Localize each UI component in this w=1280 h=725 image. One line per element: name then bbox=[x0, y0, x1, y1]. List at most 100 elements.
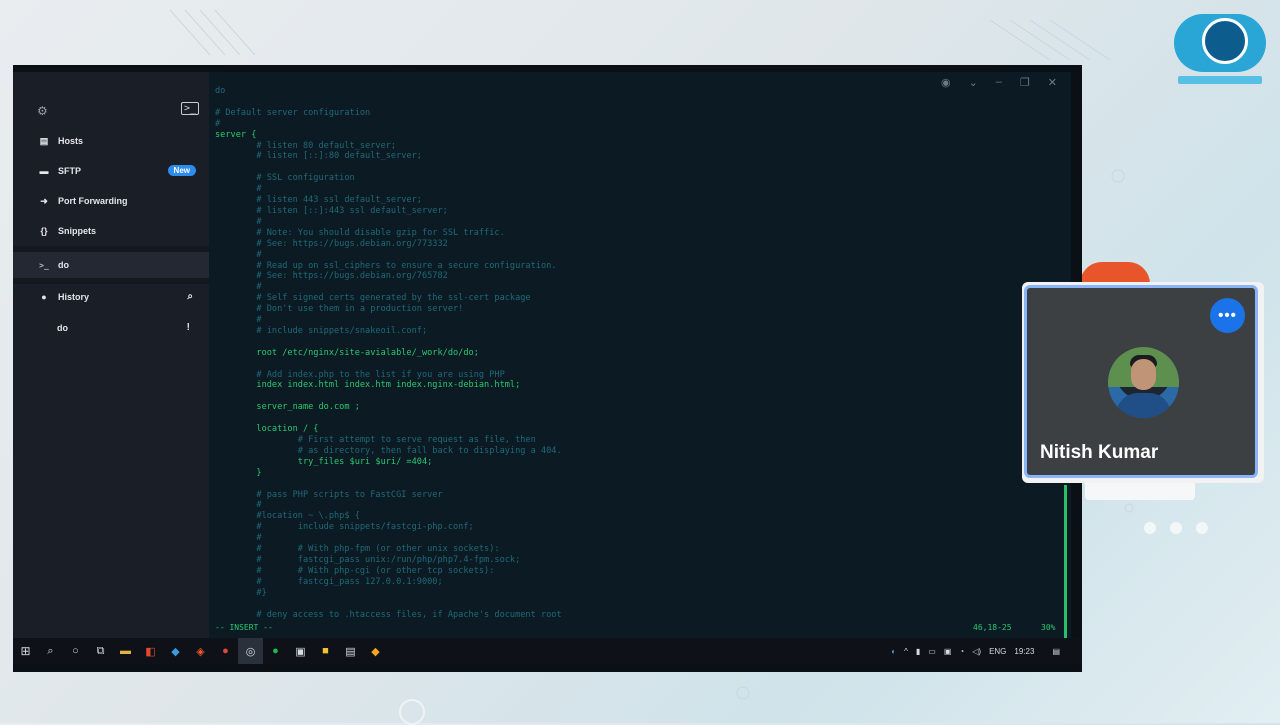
clock[interactable]: 19:23 bbox=[1014, 647, 1034, 656]
terminal-line: # bbox=[215, 249, 262, 260]
terminal-line: # First attempt to serve request as file… bbox=[215, 435, 536, 445]
vscode-icon[interactable]: ◆ bbox=[163, 638, 188, 664]
history-entry-label: do bbox=[57, 323, 68, 333]
history-label: History bbox=[58, 292, 90, 302]
terminal-line: # Note: You should disable gzip for SSL … bbox=[215, 227, 505, 238]
background-circle bbox=[399, 699, 425, 725]
terminal-pane[interactable]: ◉ ⌄ – ❐ ✕ do # Default server configurat… bbox=[209, 72, 1071, 638]
new-terminal-icon[interactable]: >_ bbox=[181, 102, 200, 115]
search-icon[interactable]: ⌕ bbox=[187, 291, 193, 302]
sidebar-item-label: Hosts bbox=[58, 136, 84, 146]
background-dots bbox=[1144, 522, 1208, 534]
terminal-line: # bbox=[215, 500, 262, 511]
window-controls: ◉ ⌄ – ❐ ✕ bbox=[941, 76, 1057, 89]
terminal-line: # Don't use them in a production server! bbox=[215, 304, 464, 315]
terminal-line: # Self signed certs generated by the ssl… bbox=[215, 293, 531, 304]
windows-taskbar: ⊞ ⌕ ○ ⧉ ▬ ◧ ◆ ◈ ● ◎ ● ▣ ■ ▤ ◆ ◐ ^ ▮ ▭ ▣ … bbox=[13, 638, 1082, 664]
terminal-line: # See: https://bugs.debian.org/773332 bbox=[215, 238, 448, 249]
termius-sidebar: ⚙ >_ ▤ Hosts ▬ SFTP New ➜ Port Forwardin… bbox=[13, 72, 209, 638]
wifi-icon[interactable]: ◔ bbox=[959, 647, 964, 656]
microphone-icon[interactable]: ▮ bbox=[916, 647, 920, 656]
terminal-line: location / { bbox=[215, 424, 319, 435]
participant-tile[interactable]: ••• Nitish Kumar bbox=[1024, 285, 1258, 478]
search-icon[interactable]: ⌕ bbox=[38, 638, 63, 664]
chrome-icon[interactable]: ● bbox=[213, 638, 238, 664]
sidebar-item-session-do[interactable]: >_ do bbox=[13, 252, 209, 278]
minimize-icon[interactable]: – bbox=[996, 76, 1002, 89]
app-icon[interactable]: ▣ bbox=[288, 638, 313, 664]
terminal-line: index index.html index.htm index.nginx-d… bbox=[215, 380, 521, 391]
file-explorer-icon[interactable]: ▬ bbox=[113, 638, 138, 664]
sidebar-item-sftp[interactable]: ▬ SFTP New bbox=[13, 158, 209, 184]
terminal-line: # listen 443 ssl default_server; bbox=[215, 195, 422, 206]
cursor-position: 46,18-25 bbox=[973, 623, 1012, 632]
scroll-indicator bbox=[1064, 485, 1067, 640]
terminal-line: server_name do.com ; bbox=[215, 402, 360, 413]
spotify-icon[interactable]: ● bbox=[263, 638, 288, 664]
system-tray: ◐ ^ ▮ ▭ ▣ ◔ ◁) ENG 19:23 ▤ bbox=[891, 638, 1060, 664]
language-indicator[interactable]: ENG bbox=[989, 647, 1006, 656]
display-icon[interactable]: ▭ bbox=[928, 647, 936, 656]
port-forward-icon: ➜ bbox=[40, 195, 48, 206]
volume-icon[interactable]: ◁) bbox=[972, 647, 981, 656]
screen-icon[interactable]: ▣ bbox=[944, 647, 952, 656]
sidebar-item-snippets[interactable]: {} Snippets bbox=[13, 218, 209, 244]
terminal-line: } bbox=[215, 467, 262, 478]
chevron-up-icon[interactable]: ^ bbox=[904, 647, 908, 656]
terminal-output: do # Default server configuration # server… bbox=[215, 86, 562, 620]
close-icon[interactable]: ✕ bbox=[1048, 76, 1057, 89]
task-view-icon[interactable]: ⧉ bbox=[88, 638, 113, 664]
cortana-icon[interactable]: ○ bbox=[63, 638, 88, 664]
sidebar-item-hosts[interactable]: ▤ Hosts bbox=[13, 128, 209, 154]
terminal-line: # as directory, then fall back to displa… bbox=[215, 445, 562, 456]
history-header[interactable]: ● History ⌕ bbox=[13, 284, 209, 310]
folder-icon: ▬ bbox=[39, 166, 49, 176]
terminal-line: # bbox=[215, 282, 262, 293]
terminal-line: # bbox=[215, 216, 262, 227]
maximize-icon[interactable]: ❐ bbox=[1020, 76, 1030, 89]
terminal-line: # bbox=[215, 533, 262, 544]
notification-icon[interactable]: ▤ bbox=[1052, 647, 1060, 656]
terminal-line: # Default server configuration bbox=[215, 107, 371, 118]
scroll-percent: 30% bbox=[1041, 623, 1056, 632]
terminal-line: #} bbox=[215, 587, 267, 598]
sidebar-item-label: Port Forwarding bbox=[58, 196, 128, 206]
clock-icon: ● bbox=[41, 292, 47, 302]
terminal-line: try_files $uri $uri/ =404; bbox=[215, 456, 433, 467]
terminal-line: #location ~ \.php$ { bbox=[215, 511, 360, 522]
termius-icon[interactable]: ◎ bbox=[238, 638, 263, 664]
sidebar-item-port-forwarding[interactable]: ➜ Port Forwarding bbox=[13, 188, 209, 214]
help-icon[interactable]: ◐ bbox=[891, 647, 896, 656]
office-icon[interactable]: ◧ bbox=[138, 638, 163, 664]
background-card bbox=[1085, 480, 1195, 500]
avatar bbox=[1108, 347, 1179, 418]
terminal-line: # See: https://bugs.debian.org/765782 bbox=[215, 271, 448, 282]
sidebar-item-label: SFTP bbox=[58, 166, 82, 176]
terminal-prompt-icon: >_ bbox=[39, 260, 49, 270]
sidebar-item-label: Snippets bbox=[58, 226, 97, 236]
brave-icon[interactable]: ◈ bbox=[188, 638, 213, 664]
history-entry[interactable]: do ! bbox=[13, 317, 209, 339]
snippets-icon: {} bbox=[40, 226, 48, 236]
notepad-icon[interactable]: ▤ bbox=[338, 638, 363, 664]
terminal-line: # deny access to .htaccess files, if Apa… bbox=[215, 609, 562, 620]
hosts-icon: ▤ bbox=[39, 135, 49, 146]
git-icon[interactable]: ◆ bbox=[363, 638, 388, 664]
terminal-line: # include snippets/snakeoil.conf; bbox=[215, 325, 428, 336]
windows-start-icon[interactable]: ⊞ bbox=[13, 638, 38, 664]
terminal-line: # listen [::]:443 ssl default_server; bbox=[215, 205, 448, 216]
terminal-line: # Read up on ssl_ciphers to ensure a sec… bbox=[215, 260, 557, 271]
sticky-notes-icon[interactable]: ■ bbox=[313, 638, 338, 664]
more-options-button[interactable]: ••• bbox=[1210, 298, 1245, 333]
terminal-line: # include snippets/fastcgi-php.conf; bbox=[215, 522, 474, 533]
terminal-line: # bbox=[215, 184, 262, 195]
settings-icon[interactable]: ⚙ bbox=[37, 104, 48, 118]
broadcast-icon[interactable]: ◉ bbox=[941, 76, 951, 89]
chevron-down-icon[interactable]: ⌄ bbox=[969, 76, 978, 89]
